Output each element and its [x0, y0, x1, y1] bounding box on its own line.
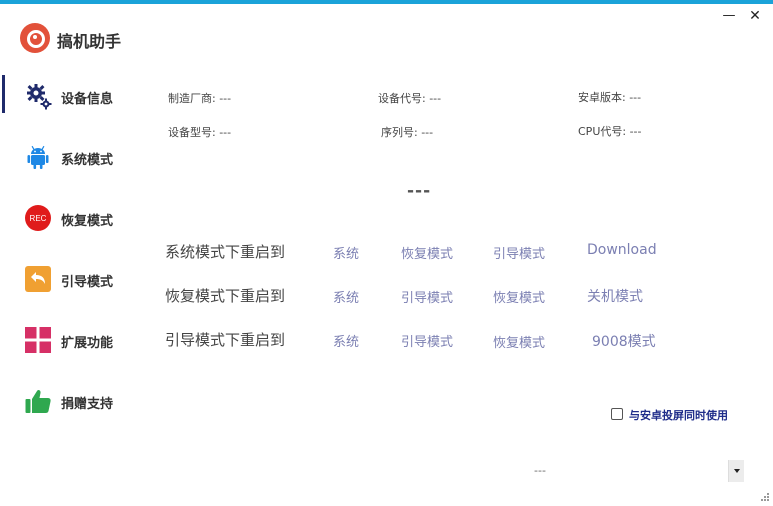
sidebar-active-indicator [2, 75, 5, 113]
mirror-checkbox-label[interactable]: 与安卓投屏同时使用 [629, 407, 728, 423]
sidebar-item-label: 扩展功能 [61, 336, 114, 351]
sidebar-item-bootloader-mode[interactable]: 引导模式 [22, 259, 152, 299]
bootloader-reboot-to-bootloader[interactable]: 引导模式 [401, 331, 453, 350]
rec-icon-text: REC [30, 214, 47, 223]
serial-info: 序列号: --- [381, 126, 434, 139]
sidebar-item-label: 设备信息 [61, 92, 114, 107]
bootloader-reboot-to-9008[interactable]: 9008模式 [592, 331, 656, 351]
gears-icon [27, 84, 52, 110]
resize-grip-icon[interactable] [758, 490, 770, 502]
recovery-reboot-to-bootloader[interactable]: 引导模式 [401, 287, 453, 306]
sidebar-item-label: 系统模式 [61, 153, 114, 168]
cpu-info: CPU代号: --- [578, 125, 642, 138]
system-reboot-to-system[interactable]: 系统 [333, 243, 359, 262]
sidebar-item-extensions[interactable]: 扩展功能 [22, 320, 152, 360]
recovery-reboot-to-system[interactable]: 系统 [333, 287, 359, 306]
sidebar-item-donate[interactable]: 捐赠支持 [22, 381, 152, 421]
recovery-reboot-to-poweroff[interactable]: 关机模式 [587, 286, 643, 306]
device-select-dropdown-button[interactable] [728, 460, 744, 482]
sidebar-item-system-mode[interactable]: 系统模式 [22, 137, 152, 177]
back-arrow-icon [25, 266, 51, 292]
sidebar-item-label: 引导模式 [61, 275, 114, 290]
recovery-reboot-label: 恢复模式下重启到 [165, 287, 286, 305]
recovery-reboot-to-recovery[interactable]: 恢复模式 [493, 287, 545, 306]
bootloader-reboot-to-system[interactable]: 系统 [333, 331, 359, 350]
manufacturer-info: 制造厂商: --- [168, 92, 232, 105]
mirror-checkbox[interactable] [611, 408, 623, 420]
sidebar-item-label: 恢复模式 [61, 214, 114, 229]
window-top-accent-bar [0, 0, 773, 4]
model-info: 设备型号: --- [168, 126, 232, 139]
device-select-value[interactable]: --- [534, 464, 546, 477]
bootloader-reboot-label: 引导模式下重启到 [165, 331, 286, 349]
app-logo-icon [20, 23, 50, 53]
android-icon [27, 145, 49, 169]
system-reboot-to-recovery[interactable]: 恢复模式 [401, 243, 453, 262]
system-reboot-to-download[interactable]: Download [587, 242, 657, 258]
system-reboot-label: 系统模式下重启到 [165, 243, 286, 261]
bootloader-reboot-to-recovery[interactable]: 恢复模式 [493, 332, 545, 351]
system-reboot-to-bootloader[interactable]: 引导模式 [493, 243, 545, 262]
device-status-text: --- [407, 181, 432, 201]
minimize-button[interactable]: — [722, 8, 736, 24]
sidebar-item-recovery-mode[interactable]: REC 恢复模式 [22, 198, 152, 238]
grid-icon [25, 327, 51, 353]
device-code-info: 设备代号: --- [378, 92, 442, 105]
close-button[interactable]: ✕ [748, 8, 762, 24]
thumbs-up-icon [25, 389, 51, 413]
rec-icon: REC [25, 205, 51, 231]
android-version-info: 安卓版本: --- [578, 91, 642, 104]
sidebar-item-device-info[interactable]: 设备信息 [22, 76, 152, 116]
app-title: 搞机助手 [57, 32, 122, 51]
sidebar-item-label: 捐赠支持 [61, 397, 114, 412]
